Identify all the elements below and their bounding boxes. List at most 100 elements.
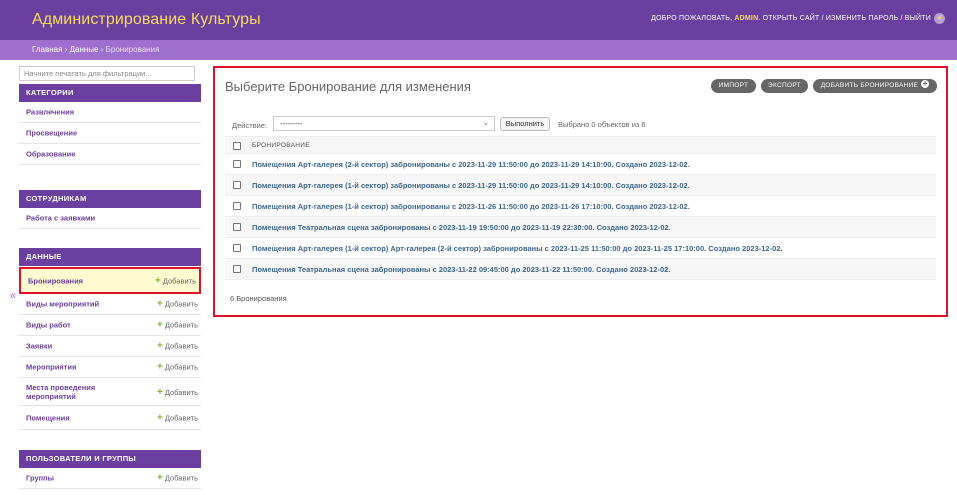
- change-password-link[interactable]: ИЗМЕНИТЬ ПАРОЛЬ: [826, 15, 898, 22]
- plus-icon: +: [155, 275, 161, 286]
- breadcrumb: Главная › Данные › Бронирования: [0, 40, 957, 60]
- sidebar-item-entertainment[interactable]: Развлечения: [19, 102, 201, 123]
- paginator: 6 Бронирования: [230, 294, 287, 303]
- site-title[interactable]: Администрирование Культуры: [32, 11, 261, 29]
- sidebar-item-work-types[interactable]: Виды работ + Добавить: [19, 315, 201, 336]
- add-booking-label: ДОБАВИТЬ БРОНИРОВАНИЕ: [820, 82, 919, 89]
- booking-link[interactable]: Помещения Театральная сцена забронирован…: [252, 223, 671, 232]
- add-booking-button[interactable]: ДОБАВИТЬ БРОНИРОВАНИЕ +: [813, 79, 937, 93]
- add-room-link[interactable]: + Добавить: [157, 412, 198, 423]
- booking-link[interactable]: Помещения Театральная сцена забронирован…: [252, 265, 670, 274]
- add-label: Добавить: [164, 299, 198, 309]
- table-header-row: БРОНИРОВАНИЕ: [225, 136, 936, 154]
- sidebar-item-label[interactable]: Образование: [26, 150, 138, 159]
- sidebar-item-label[interactable]: Помещения: [26, 413, 138, 422]
- action-select[interactable]: --------- ⌄: [273, 116, 495, 131]
- add-label: Добавить: [164, 388, 198, 397]
- row-checkbox[interactable]: [233, 202, 241, 210]
- table-row: Помещения Театральная сцена забронирован…: [225, 259, 936, 280]
- plus-icon: +: [921, 79, 930, 89]
- booking-link[interactable]: Помещения Арт-галерея (2-й сектор) забро…: [252, 160, 690, 169]
- row-checkbox[interactable]: [233, 265, 241, 273]
- logout-link[interactable]: ВЫЙТИ: [905, 15, 931, 22]
- plus-icon: +: [157, 361, 163, 373]
- breadcrumb-app[interactable]: Данные: [70, 45, 99, 54]
- sidebar: Начните печатать для фильтрации... КАТЕГ…: [19, 66, 201, 489]
- booking-link[interactable]: Помещения Арт-галерея (1-й сектор) забро…: [252, 202, 690, 211]
- username: ADMIN: [734, 15, 759, 22]
- module-caption-staff[interactable]: СОТРУДНИКАМ: [19, 190, 201, 208]
- collapse-sidebar-icon[interactable]: «: [10, 290, 16, 302]
- sun-icon[interactable]: ☀: [934, 13, 945, 24]
- add-event-type-link[interactable]: + Добавить: [157, 299, 198, 310]
- add-venue-link[interactable]: + Добавить: [157, 387, 198, 398]
- breadcrumb-home[interactable]: Главная: [32, 45, 62, 54]
- booking-link[interactable]: Помещения Арт-галерея (1-й сектор) забро…: [252, 181, 690, 190]
- separator: /: [900, 15, 903, 22]
- breadcrumb-separator: ›: [100, 45, 104, 54]
- sidebar-item-bookings[interactable]: Бронирования + Добавить: [19, 267, 201, 294]
- select-all-checkbox[interactable]: [233, 142, 241, 150]
- add-label: Добавить: [164, 341, 198, 351]
- add-work-type-link[interactable]: + Добавить: [157, 320, 198, 331]
- add-group-link[interactable]: + Добавить: [157, 473, 198, 484]
- header: Администрирование Культуры ДОБРО ПОЖАЛОВ…: [0, 0, 957, 40]
- sidebar-item-event-types[interactable]: Виды мероприятий + Добавить: [19, 294, 201, 315]
- sidebar-item-enlightenment[interactable]: Просвещение: [19, 123, 201, 144]
- booking-link[interactable]: Помещения Арт-галерея (1-й сектор) Арт-г…: [252, 244, 783, 253]
- welcome-text: ДОБРО ПОЖАЛОВАТЬ,: [651, 15, 733, 22]
- sidebar-item-requests-work[interactable]: Работа с заявками: [19, 208, 201, 229]
- plus-icon: +: [157, 387, 163, 398]
- sidebar-item-label[interactable]: Заявки: [26, 342, 138, 351]
- action-selected-value: ---------: [280, 119, 303, 128]
- breadcrumb-separator: ›: [64, 45, 68, 54]
- add-event-link[interactable]: + Добавить: [157, 362, 198, 373]
- sidebar-item-applications[interactable]: Заявки + Добавить: [19, 336, 201, 357]
- module-caption-users-groups[interactable]: ПОЛЬЗОВАТЕЛИ И ГРУППЫ: [19, 450, 201, 468]
- run-action-button[interactable]: Выполнить: [500, 117, 550, 131]
- table-row: Помещения Арт-галерея (1-й сектор) забро…: [225, 175, 936, 196]
- add-label: Добавить: [164, 362, 198, 372]
- row-checkbox[interactable]: [233, 223, 241, 231]
- chevron-down-icon: ⌄: [483, 120, 489, 127]
- sidebar-item-label[interactable]: Просвещение: [26, 129, 138, 138]
- row-checkbox[interactable]: [233, 160, 241, 168]
- separator: /: [821, 15, 824, 22]
- sidebar-item-events[interactable]: Мероприятия + Добавить: [19, 357, 201, 378]
- sidebar-item-venues[interactable]: Места проведения мероприятий + Добавить: [19, 378, 201, 406]
- export-button[interactable]: ЭКСПОРТ: [761, 79, 808, 93]
- sidebar-item-label[interactable]: Развлечения: [26, 108, 138, 117]
- plus-icon: +: [157, 412, 163, 423]
- add-application-link[interactable]: + Добавить: [157, 341, 198, 352]
- plus-icon: +: [157, 319, 163, 331]
- action-label: Действие:: [232, 121, 268, 130]
- module-caption-categories[interactable]: КАТЕГОРИИ: [19, 84, 201, 102]
- sidebar-item-label[interactable]: Виды работ: [26, 321, 138, 330]
- sidebar-item-education[interactable]: Образование: [19, 144, 201, 165]
- sidebar-item-label[interactable]: Бронирования: [28, 276, 140, 285]
- content-main: Выберите Бронирование для изменения ИМПО…: [213, 66, 948, 317]
- view-site-link[interactable]: ОТКРЫТЬ САЙТ: [763, 15, 820, 22]
- row-checkbox[interactable]: [233, 181, 241, 189]
- page-title: Выберите Бронирование для изменения: [225, 79, 471, 94]
- row-checkbox[interactable]: [233, 244, 241, 252]
- sidebar-item-groups[interactable]: Группы + Добавить: [19, 468, 201, 489]
- table-row: Помещения Арт-галерея (2-й сектор) забро…: [225, 154, 936, 175]
- column-header-booking[interactable]: БРОНИРОВАНИЕ: [252, 142, 310, 149]
- sidebar-item-label[interactable]: Группы: [26, 474, 138, 483]
- table-row: Помещения Арт-галерея (1-й сектор) Арт-г…: [225, 238, 936, 259]
- selection-counter: Выбрано 0 объектов из 6: [558, 120, 646, 129]
- sidebar-item-label[interactable]: Работа с заявками: [26, 214, 138, 223]
- add-label: Добавить: [162, 276, 196, 285]
- import-button[interactable]: ИМПОРТ: [711, 79, 756, 93]
- sidebar-item-label[interactable]: Места проведения мероприятий: [26, 383, 138, 401]
- sidebar-item-label[interactable]: Виды мероприятий: [26, 300, 138, 309]
- add-booking-link[interactable]: + Добавить: [155, 275, 196, 286]
- plus-icon: +: [157, 472, 163, 484]
- sidebar-item-rooms[interactable]: Помещения + Добавить: [19, 406, 201, 430]
- breadcrumb-current: Бронирования: [105, 45, 160, 54]
- module-caption-data[interactable]: ДАННЫЕ: [19, 248, 201, 266]
- add-label: Добавить: [164, 473, 198, 483]
- nav-filter-input[interactable]: Начните печатать для фильтрации...: [19, 66, 195, 81]
- sidebar-item-label[interactable]: Мероприятия: [26, 363, 138, 372]
